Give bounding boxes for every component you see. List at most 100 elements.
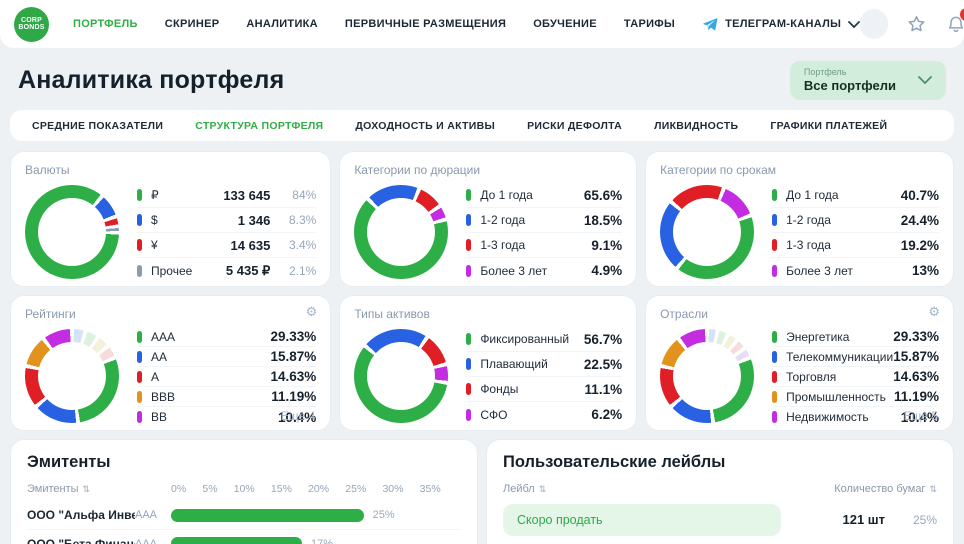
legend-percent: 3.4%: [288, 238, 317, 252]
notifications-button[interactable]: 3: [944, 8, 964, 36]
legend-label: ₽: [151, 188, 159, 202]
axis-tick: 25%: [345, 483, 367, 495]
legend-label: Более 3 лет: [786, 263, 853, 278]
legend-row: 1-3 года 19.2%: [772, 233, 939, 258]
user-labels-card: Пользовательские лейблы Лейбл ⇅ Количеств…: [486, 439, 954, 544]
portfolio-select[interactable]: Портфель Все портфели: [789, 61, 946, 100]
emitter-name: ООО "Альфа Инвест": [27, 508, 135, 522]
legend-row: AA 15.87%: [137, 347, 317, 367]
nav-item[interactable]: СКРИНЕР: [165, 18, 220, 30]
legend: До 1 года 40.7% 1-2 года 24.4% 1-3 года …: [772, 183, 939, 283]
emitter-row: ООО "Альфа Инвест" AAA 25%: [27, 501, 461, 529]
nav-item[interactable]: ПОРТФЕЛЬ: [73, 18, 138, 30]
tab[interactable]: РИСКИ ДЕФОЛТА: [527, 120, 622, 132]
legend-percent: 8.3%: [288, 213, 317, 227]
legend-row: 1-2 года 18.5%: [466, 208, 623, 233]
legend-row: AAA 29.33%: [137, 327, 317, 347]
legend-percent: 11.1%: [584, 381, 623, 397]
emitters-header: Эмитенты ⇅ 0% 5% 10% 15% 20% 25% 30% 35%: [27, 483, 461, 495]
legend-row: До 1 года 65.6%: [466, 183, 623, 208]
tab[interactable]: СРЕДНИЕ ПОКАЗАТЕЛИ: [32, 120, 163, 132]
card-title: Категории по дюрации: [354, 163, 481, 177]
bottom-row: Эмитенты Эмитенты ⇅ 0% 5% 10% 15% 20% 25% 30% 35…: [10, 439, 954, 544]
legend-percent: 15.87%: [893, 349, 939, 364]
emitters-column-header[interactable]: Эмитенты ⇅: [27, 483, 135, 495]
emitter-row: ООО "Бета Финанс" AAA 17%: [27, 529, 461, 544]
page-title: Аналитика портфеля: [18, 66, 285, 94]
legend-marker: [466, 264, 472, 277]
user-labels-title: Пользовательские лейблы: [503, 453, 726, 471]
legend-marker: [772, 411, 778, 423]
tab[interactable]: ЛИКВИДНОСТЬ: [654, 120, 738, 132]
emitter-bar-value: 17%: [310, 537, 334, 544]
title-row: Аналитика портфеля Портфель Все портфели: [0, 48, 964, 110]
legend-marker: [137, 411, 142, 423]
legend-percent: 6.2%: [591, 407, 623, 422]
nav-icons: 3: [904, 8, 964, 36]
donut-chart: [354, 329, 449, 423]
legend-label: До 1 года: [786, 188, 839, 202]
legend-marker: [137, 350, 142, 363]
legend-row: 1-2 года 24.4%: [772, 208, 939, 233]
legend-label: До 1 года: [480, 188, 533, 202]
legend-percent: 13%: [911, 263, 939, 278]
legend-percent: 11.19%: [893, 389, 939, 404]
legend-label: $: [151, 213, 158, 227]
legend-marker: [466, 408, 472, 421]
legend-percent: 84%: [292, 188, 317, 202]
donut-card: Типы активов Фиксированный 56.7% Плавающ…: [339, 295, 638, 431]
legend-percent: 2.1%: [288, 263, 317, 278]
tab[interactable]: ДОХОДНОСТЬ И АКТИВЫ: [355, 120, 495, 132]
legend-label: A: [151, 369, 160, 384]
telegram-channels-menu[interactable]: ТЕЛЕГРАМ-КАНАЛЫ: [702, 16, 861, 32]
legend-percent: 11.19%: [271, 389, 317, 404]
legend-label: Прочее: [151, 263, 193, 278]
emitter-bar-value: 25%: [372, 509, 395, 521]
legend-label: Фиксированный: [480, 332, 570, 346]
legend-marker: [137, 330, 142, 343]
sort-icon: ⇅: [538, 484, 547, 494]
legend-marker: [466, 383, 472, 395]
nav-item[interactable]: АНАЛИТИКА: [246, 18, 318, 30]
legend-label: ¥: [151, 238, 158, 252]
legend-percent: 9.1%: [591, 237, 623, 253]
gear-icon[interactable]: ⚙: [306, 305, 318, 318]
legend-marker: [137, 239, 142, 251]
count-column-header[interactable]: Количество бумаг ⇅: [834, 483, 937, 495]
nav-item[interactable]: ОБУЧЕНИЕ: [533, 18, 597, 30]
card-title: Категории по срокам: [660, 163, 777, 177]
card-title: Типы активов: [354, 307, 430, 321]
more-link[interactable]: Еще 5: [904, 409, 938, 423]
emitters-card: Эмитенты Эмитенты ⇅ 0% 5% 10% 15% 20% 25% 30% 35…: [10, 439, 478, 544]
legend-label: Энергетика: [786, 329, 850, 344]
legend-percent: 29.33%: [893, 329, 939, 344]
legend-label: Плавающий: [480, 357, 548, 371]
legend-label: Торговля: [786, 369, 837, 384]
more-link[interactable]: Еще 4: [281, 409, 315, 423]
gear-icon[interactable]: ⚙: [928, 305, 940, 318]
tab[interactable]: ГРАФИКИ ПЛАТЕЖЕЙ: [770, 120, 887, 132]
card-title: Отрасли: [660, 307, 708, 321]
logo-line2: BONDS: [18, 24, 45, 31]
legend-row: ¥ 14 635 3.4%: [137, 233, 317, 258]
legend-label: BB: [151, 410, 168, 424]
axis-tick: 30%: [382, 483, 404, 495]
card-title: Валюты: [25, 163, 70, 177]
tab[interactable]: СТРУКТУРА ПОРТФЕЛЯ: [195, 120, 323, 132]
portfolio-select-value: Все портфели: [803, 78, 896, 93]
axis-tick: 15%: [270, 483, 292, 495]
label-column-header[interactable]: Лейбл ⇅: [503, 483, 546, 495]
chevron-down-icon: [918, 76, 932, 84]
legend-label: 1-3 года: [480, 238, 526, 252]
nav-item[interactable]: ТАРИФЫ: [624, 18, 675, 30]
star-icon: [908, 15, 925, 31]
legend-marker: [772, 239, 778, 251]
nav-item[interactable]: ПЕРВИЧНЫЕ РАЗМЕЩЕНИЯ: [345, 18, 506, 30]
legend-marker: [466, 214, 472, 226]
chevron-down-icon: [848, 20, 861, 28]
favorites-button[interactable]: [904, 12, 928, 36]
corpbonds-logo[interactable]: CORP BONDS: [14, 6, 49, 42]
emitter-name: ООО "Бета Финанс": [27, 536, 135, 544]
legend: Фиксированный 56.7% Плавающий 22.5% Фонд…: [466, 327, 623, 427]
portfolio-select-label: Портфель: [803, 67, 847, 77]
